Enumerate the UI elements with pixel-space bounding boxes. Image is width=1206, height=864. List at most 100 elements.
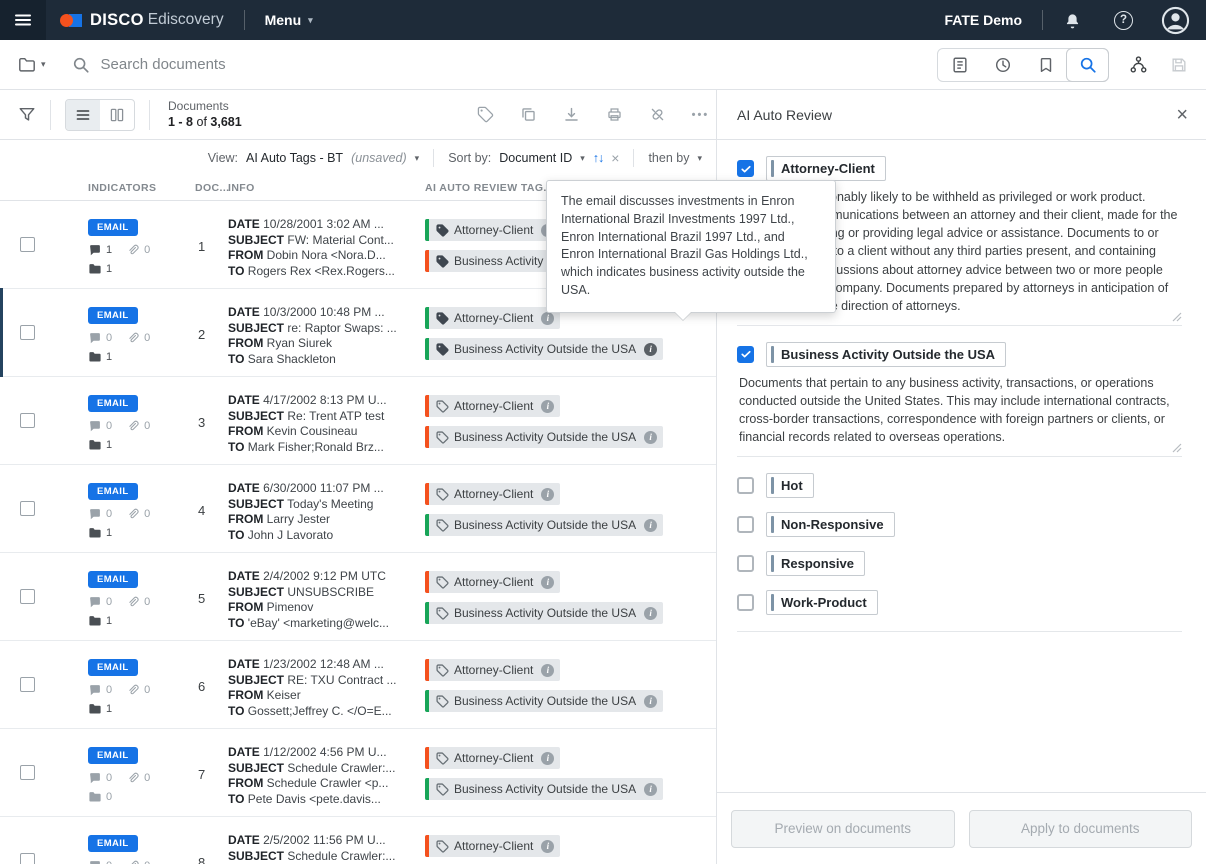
row-checkbox[interactable] [20,677,35,692]
row-checkbox[interactable] [20,501,35,516]
info-icon[interactable]: i [541,399,555,413]
paperclip-icon [129,772,139,783]
table-row[interactable]: EMAIL 0 0 1 [0,641,716,729]
copy-button[interactable] [520,106,537,123]
search-tab-active-button[interactable] [1066,47,1109,82]
table-row[interactable]: EMAIL 0 0 1 [0,465,716,553]
hamburger-menu-button[interactable] [0,0,46,40]
tag-description[interactable]: Documents that pertain to any business a… [739,374,1182,447]
menu-dropdown[interactable]: Menu ▾ [265,12,313,28]
saved-searches-button[interactable] [1024,49,1067,81]
sort-value[interactable]: Document ID [499,151,572,165]
close-icon[interactable]: × [1176,105,1188,125]
info-icon[interactable]: i [541,839,555,853]
info-icon[interactable]: i [644,606,658,620]
tag-color-bar [425,602,429,624]
review-stages-button[interactable] [938,49,981,81]
tag-checkbox[interactable] [737,477,754,495]
chevron-down-icon[interactable]: ▾ [697,153,702,163]
attachment-indicator: 0 [126,683,150,697]
ai-tag-chip[interactable]: Business Activity Outside the USA i [425,602,664,624]
search-input[interactable] [100,56,927,73]
row-checkbox[interactable] [20,589,35,604]
tag-name-field[interactable]: Hot [766,473,814,499]
print-button[interactable] [606,106,623,123]
from-label: FROM [228,512,264,526]
table-row[interactable]: EMAIL 0 0 1 [0,553,716,641]
list-view-button[interactable] [66,99,100,130]
account-button[interactable] [1161,6,1190,35]
info-icon[interactable]: i [644,430,658,444]
ai-tag-chip[interactable]: Business Activity Outside the USA i [425,778,664,800]
folder-scope-dropdown[interactable]: ▾ [18,56,46,74]
tag-checkbox[interactable] [737,594,754,612]
menu-label: Menu [264,12,302,28]
ai-tag-chip[interactable]: Attorney-Client i [425,571,561,593]
row-checkbox[interactable] [20,853,35,864]
ai-tag-chip[interactable]: Attorney-Client i [425,307,561,329]
info-icon[interactable]: i [541,311,555,325]
ai-tag-chip[interactable]: Business Activity Outside the USA i [425,426,664,448]
folder-count: 1 [106,527,113,539]
info-icon[interactable]: i [541,663,555,677]
tag-name-field[interactable]: Business Activity Outside the USA [766,341,1007,367]
help-button[interactable]: ? [1114,10,1133,30]
ai-tag-chip[interactable]: Attorney-Client i [425,747,561,769]
unlink-button[interactable] [649,106,666,123]
tag-checkbox[interactable] [737,555,754,573]
relationships-button[interactable] [1129,55,1148,74]
column-view-button[interactable] [100,100,134,130]
search-history-button[interactable] [981,49,1024,81]
tag-checkbox[interactable] [737,516,754,534]
row-checkbox[interactable] [20,413,35,428]
info-icon[interactable]: i [541,487,555,501]
row-checkbox[interactable] [20,237,35,252]
table-row[interactable]: EMAIL 0 0 1 [0,817,716,864]
row-checkbox[interactable] [20,325,35,340]
notifications-button[interactable] [1063,11,1082,30]
network-icon [1130,56,1147,73]
subject-value: Schedule Crawler:... [287,760,396,775]
then-by-label[interactable]: then by [648,151,689,165]
ai-tag-chip[interactable]: Attorney-Client i [425,395,561,417]
info-icon[interactable]: i [541,575,555,589]
chat-icon [90,333,100,344]
row-checkbox[interactable] [20,765,35,780]
view-value[interactable]: AI Auto Tags - BT [246,151,343,165]
apply-to-documents-button[interactable]: Apply to documents [968,809,1192,848]
chevron-down-icon[interactable]: ▾ [580,153,585,163]
tag-name-field[interactable]: Non-Responsive [766,512,895,538]
ai-tag-chip[interactable]: Business Activity Outside the USA i [425,690,664,712]
filter-button[interactable] [18,106,36,124]
info-icon[interactable]: i [644,782,658,796]
chevron-down-icon[interactable]: ▾ [415,153,420,163]
ai-tag-chip[interactable]: Business Activity Outside the USA i [425,338,664,360]
ai-tag-chip[interactable]: Attorney-Client i [425,483,561,505]
ai-tag-chip[interactable]: Business Activity Outside the USA i [425,514,664,536]
info-icon[interactable]: i [644,694,658,708]
ai-tag-label: Attorney-Client [454,839,534,853]
ai-tag-chip[interactable]: Attorney-Client i [425,219,561,241]
tag-checkbox[interactable] [737,345,754,363]
tag-documents-button[interactable] [477,106,494,123]
tag-name-field[interactable]: Responsive [766,551,865,577]
download-button[interactable] [563,106,580,123]
ai-tag-chip[interactable]: Attorney-Client i [425,835,561,857]
resize-handle-icon[interactable] [1172,443,1182,453]
row-tags: Attorney-Client i Business Activity Outs… [422,465,716,552]
tag-name-field[interactable]: Work-Product [766,590,878,616]
ai-tag-chip[interactable]: Attorney-Client i [425,659,561,681]
info-icon[interactable]: i [644,342,658,356]
more-actions-button[interactable]: ••• [692,109,710,121]
tag-name-field[interactable]: Attorney-Client [766,156,886,181]
resize-handle-icon[interactable] [1172,312,1182,322]
table-row[interactable]: EMAIL 0 0 0 7 DATE 1/12/2002 4:56 PM U..… [0,729,716,817]
table-row[interactable]: EMAIL 0 0 1 [0,377,716,465]
clear-sort-icon[interactable]: × [611,151,619,165]
info-icon[interactable]: i [541,751,555,765]
sort-direction-icon[interactable]: ↑↓ [593,151,604,165]
info-icon[interactable]: i [644,518,658,532]
tag-checkbox[interactable] [737,160,754,177]
preview-on-documents-button[interactable]: Preview on documents [731,809,955,848]
save-search-button[interactable] [1170,56,1188,74]
